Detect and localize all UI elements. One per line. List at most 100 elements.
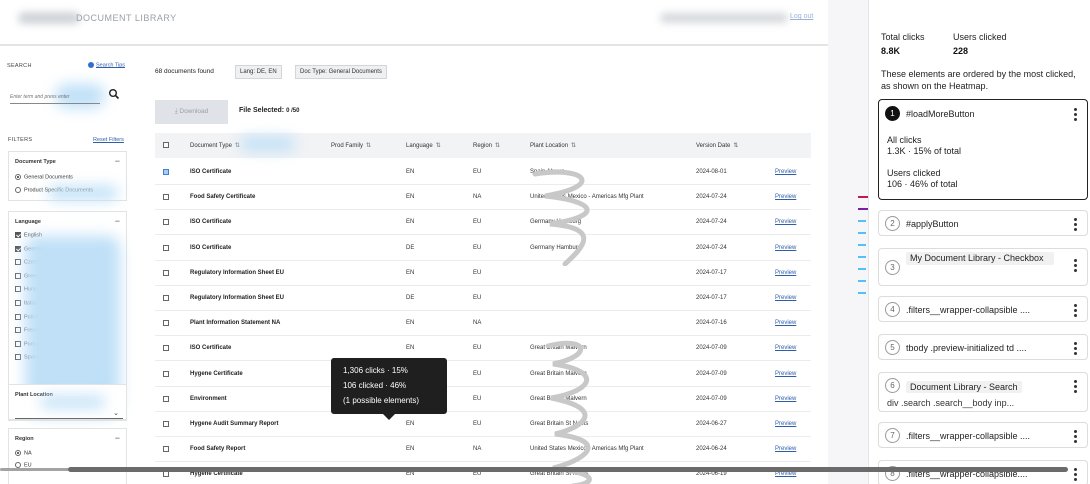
- collapse-toggle[interactable]: −: [115, 216, 120, 226]
- scale-tick: [858, 220, 866, 222]
- cell-lang: EN: [406, 169, 415, 175]
- preview-link[interactable]: Preview: [775, 219, 796, 225]
- blur-mask: [40, 396, 105, 408]
- row-checkbox[interactable]: [163, 370, 169, 377]
- info-icon: [88, 62, 94, 68]
- checkbox: [15, 327, 21, 334]
- element-card-2[interactable]: 2 #applyButton: [878, 210, 1088, 236]
- row-checkbox[interactable]: [163, 395, 169, 402]
- row-checkbox[interactable]: [163, 421, 169, 427]
- element-card-4[interactable]: 4 .filters__wrapper-collapsible ....: [878, 296, 1088, 322]
- more-options-icon[interactable]: [1074, 108, 1077, 123]
- search-label: SEARCH: [7, 63, 32, 69]
- more-options-icon[interactable]: [1074, 304, 1077, 319]
- search-tips-link[interactable]: Search Tips: [88, 62, 125, 68]
- element-card-7[interactable]: 7 .filters__wrapper-collapsible ....: [878, 422, 1088, 448]
- rank-badge: 2: [885, 216, 900, 231]
- horizontal-scrollbar[interactable]: [0, 466, 1068, 474]
- preview-link[interactable]: Preview: [775, 446, 796, 452]
- more-options-icon[interactable]: [1074, 468, 1077, 483]
- more-options-icon[interactable]: [1074, 259, 1077, 274]
- row-checkbox[interactable]: [163, 244, 169, 251]
- scrollbar-thumb[interactable]: [68, 467, 1068, 472]
- sort-icon: ⇅: [366, 143, 372, 149]
- table-row: ISO Certificate EN EU Great Britain Malvern…: [155, 336, 811, 362]
- cell-date: 2024-06-27: [696, 421, 727, 427]
- cell-region: EU: [473, 345, 482, 352]
- column-header[interactable]: Document Type ⇅: [190, 142, 240, 149]
- column-label: Region: [473, 143, 493, 149]
- row-checkbox[interactable]: [163, 345, 169, 352]
- preview-link[interactable]: Preview: [775, 194, 796, 200]
- row-checkbox[interactable]: [163, 219, 169, 226]
- download-button[interactable]: ⤓ Download: [155, 100, 228, 124]
- preview-link[interactable]: Preview: [775, 396, 796, 402]
- search-tips-label: Search Tips: [96, 62, 126, 69]
- column-header[interactable]: Region ⇅: [473, 142, 500, 149]
- radio-button: [15, 174, 21, 180]
- preview-link[interactable]: Preview: [775, 371, 796, 377]
- element-card-5[interactable]: 5 tbody .preview-initialized td ....: [878, 334, 1088, 360]
- row-checkbox[interactable]: [163, 446, 169, 453]
- table-row: Plant Information Statement NA EN NA 2024-0…: [155, 311, 811, 337]
- doctype-option-general[interactable]: General Documents: [15, 174, 73, 180]
- more-options-icon[interactable]: [1074, 218, 1077, 233]
- preview-link[interactable]: Preview: [775, 421, 796, 427]
- row-checkbox[interactable]: [163, 269, 169, 276]
- total-clicks-value: 8.8K: [881, 46, 901, 56]
- cell-region: EU: [473, 295, 482, 301]
- region-option-na[interactable]: NA: [15, 450, 32, 456]
- element-card-3[interactable]: 3 My Document Library - Checkbox: [878, 248, 1088, 286]
- search-icon[interactable]: [108, 88, 120, 100]
- row-checkbox[interactable]: [163, 320, 169, 327]
- preview-link[interactable]: Preview: [775, 295, 796, 301]
- table-row: ISO Certificate EN EU Spain Abrera 2024-08-0…: [155, 160, 811, 185]
- column-header[interactable]: Prod Family ⇅: [331, 142, 371, 149]
- cell-lang: EN: [406, 446, 415, 453]
- preview-link[interactable]: Preview: [775, 245, 796, 251]
- sort-icon: ⇅: [435, 143, 441, 149]
- row-checkbox[interactable]: [163, 194, 169, 201]
- collapse-toggle[interactable]: −: [115, 433, 120, 443]
- row-checkbox[interactable]: [163, 169, 169, 175]
- row-checkbox[interactable]: [163, 295, 169, 301]
- users-clicked-label: Users clicked: [887, 168, 941, 178]
- plant-location-select[interactable]: ⌄: [15, 409, 123, 419]
- cell-date: 2024-07-24: [696, 244, 727, 251]
- document-library-app: DOCUMENT LIBRARY Log out SEARCH Search T…: [0, 0, 828, 484]
- preview-link[interactable]: Preview: [775, 270, 796, 276]
- element-name: #loadMoreButton: [906, 109, 975, 119]
- region-title: Region: [15, 436, 34, 442]
- logout-link[interactable]: Log out: [790, 13, 813, 20]
- chevron-down-icon: ⌄: [113, 410, 119, 417]
- more-options-icon[interactable]: [1074, 342, 1077, 357]
- results-count: 68 documents found: [155, 68, 214, 75]
- column-label: Plant Location: [530, 143, 569, 149]
- filter-chip-doctype[interactable]: Doc Type: General Documents: [295, 65, 387, 79]
- document-type-title: Document Type: [15, 159, 56, 165]
- search-input[interactable]: [10, 90, 100, 104]
- column-header[interactable]: Version Date ⇅: [696, 142, 738, 149]
- cell-type: Food Safety Report: [190, 446, 246, 453]
- filter-chip-language[interactable]: Lang: DE, EN: [235, 65, 282, 79]
- preview-link[interactable]: Preview: [775, 345, 796, 351]
- column-header[interactable]: Plant Location ⇅: [530, 142, 576, 149]
- select-all-checkbox[interactable]: [163, 142, 169, 148]
- filters-label: FILTERS: [8, 137, 33, 143]
- users-clicked-label: Users clicked: [953, 32, 1007, 42]
- preview-link[interactable]: Preview: [775, 320, 796, 326]
- sort-icon: ⇅: [495, 143, 501, 149]
- table-row: Food Safety Report EN NA United States Mexi…: [155, 437, 811, 463]
- blur-mask: [240, 137, 295, 151]
- collapse-toggle[interactable]: −: [115, 156, 120, 166]
- cell-region: NA: [473, 446, 482, 453]
- cell-date: 2024-07-09: [696, 370, 727, 377]
- cell-lang: EN: [406, 269, 415, 276]
- more-options-icon[interactable]: [1074, 430, 1077, 445]
- more-options-icon[interactable]: [1074, 380, 1077, 395]
- column-header[interactable]: Language ⇅: [406, 142, 441, 149]
- element-card-6[interactable]: 6 Document Library - Search div .search .s…: [878, 372, 1088, 412]
- element-card-1[interactable]: 1 #loadMoreButton All clicks 1.3K · 15% …: [878, 99, 1088, 200]
- reset-filters-link[interactable]: Reset Filters: [93, 137, 124, 143]
- preview-link[interactable]: Preview: [775, 169, 796, 175]
